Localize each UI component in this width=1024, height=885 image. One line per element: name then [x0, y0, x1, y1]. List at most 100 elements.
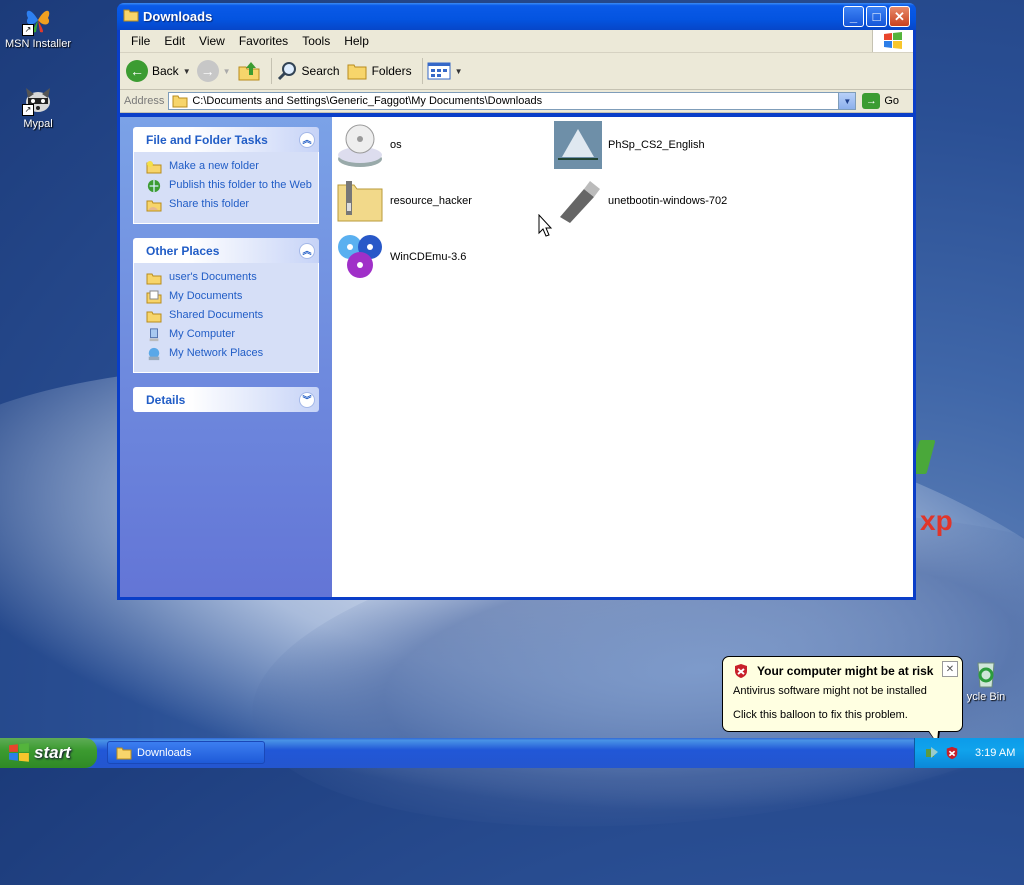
share-folder-icon — [146, 200, 162, 212]
desktop-icon-label: MSN Installer — [4, 38, 72, 50]
security-shield-icon — [735, 664, 747, 678]
menu-tools[interactable]: Tools — [295, 34, 337, 48]
address-label: Address — [124, 95, 165, 107]
forward-button[interactable]: → ▼ — [196, 60, 231, 82]
windows-flag-icon — [872, 30, 913, 52]
start-label: start — [34, 743, 71, 762]
place-label: My Network Places — [169, 347, 264, 359]
up-folder-icon — [238, 62, 260, 81]
balloon-close-button[interactable]: ✕ — [942, 661, 958, 677]
desktop-icon-msn-installer[interactable]: ↗ MSN Installer — [0, 4, 76, 50]
place-shared-documents[interactable]: Shared Documents — [146, 309, 314, 323]
minimize-button[interactable]: _ — [843, 6, 864, 27]
maximize-button[interactable]: □ — [866, 6, 887, 27]
computer-icon — [149, 328, 159, 342]
views-button[interactable]: ▼ — [427, 62, 463, 80]
place-my-documents[interactable]: My Documents — [146, 290, 314, 304]
views-dropdown-icon[interactable]: ▼ — [455, 67, 463, 76]
panel-title: File and Folder Tasks — [146, 132, 268, 147]
file-item[interactable]: WinCDEmu-3.6 — [336, 233, 466, 281]
photoshop-installer-icon — [554, 121, 602, 169]
my-documents-icon — [146, 290, 162, 304]
task-label: Publish this folder to the Web — [169, 179, 312, 191]
place-label: user's Documents — [169, 271, 257, 283]
msn-butterfly-icon: ↗ — [22, 4, 54, 36]
balloon-message: Antivirus software might not be installe… — [733, 685, 927, 697]
place-my-computer[interactable]: My Computer — [146, 328, 314, 342]
file-name: unetbootin-windows-702 — [608, 195, 728, 207]
address-dropdown-icon[interactable]: ▼ — [838, 93, 856, 109]
network-tray-icon[interactable] — [925, 746, 939, 760]
place-label: My Documents — [169, 290, 243, 302]
details-panel: Details ︾ — [133, 387, 319, 412]
search-button[interactable]: Search — [276, 60, 340, 82]
shared-folder-icon — [146, 311, 162, 323]
task-make-new-folder[interactable]: Make a new folder — [146, 160, 314, 174]
clock[interactable]: 3:19 AM — [975, 747, 1015, 759]
forward-arrow-icon: → — [196, 60, 219, 82]
menu-favorites[interactable]: Favorites — [232, 34, 295, 48]
forward-dropdown-icon[interactable]: ▼ — [223, 67, 231, 76]
other-places-panel: Other Places ︽ user's Documents My Docum… — [133, 238, 319, 373]
security-alert-balloon[interactable]: Your computer might be at risk ✕ Antivir… — [722, 656, 963, 745]
collapse-chevron-icon[interactable]: ︽ — [299, 242, 315, 259]
views-icon — [427, 62, 451, 80]
file-item[interactable]: unetbootin-windows-702 — [554, 177, 727, 225]
file-item[interactable]: os — [336, 121, 402, 169]
go-arrow-icon: → — [862, 93, 881, 109]
collapse-chevron-icon[interactable]: ︽ — [299, 131, 315, 148]
taskbar: start Downloads 3:19 AM — [0, 738, 1024, 768]
go-button[interactable]: → Go — [862, 93, 909, 109]
back-button[interactable]: ← Back ▼ — [126, 60, 191, 82]
security-shield-icon[interactable] — [945, 746, 959, 760]
start-button[interactable]: start — [0, 738, 97, 768]
folder-icon — [172, 95, 188, 108]
place-my-network-places[interactable]: My Network Places — [146, 347, 314, 361]
address-input[interactable]: C:\Documents and Settings\Generic_Faggot… — [168, 92, 857, 110]
back-dropdown-icon[interactable]: ▼ — [183, 67, 191, 76]
folders-label: Folders — [371, 64, 412, 78]
file-list: os PhSp_CS2_English resource_hacker unet… — [332, 117, 913, 597]
file-name: os — [390, 139, 402, 151]
raccoon-icon: ↗ — [22, 84, 54, 116]
place-users-documents[interactable]: user's Documents — [146, 271, 314, 285]
place-label: My Computer — [169, 328, 236, 340]
explorer-window: Downloads _ □ ✕ File Edit View Favorites… — [117, 3, 916, 600]
close-button[interactable]: ✕ — [889, 6, 910, 27]
expand-chevron-icon[interactable]: ︾ — [299, 391, 315, 408]
menu-view[interactable]: View — [192, 34, 232, 48]
disc-image-icon — [338, 124, 382, 167]
up-folder-button[interactable] — [237, 59, 261, 83]
panel-header[interactable]: File and Folder Tasks ︽ — [133, 127, 319, 152]
panel-header[interactable]: Details ︾ — [133, 387, 319, 412]
menu-edit[interactable]: Edit — [157, 34, 192, 48]
wallpaper-xp-logo: xp — [920, 505, 953, 536]
menu-file[interactable]: File — [124, 34, 157, 48]
file-item[interactable]: PhSp_CS2_English — [554, 121, 705, 169]
folders-icon — [347, 64, 367, 80]
back-label: Back — [152, 64, 179, 78]
folders-button[interactable]: Folders — [346, 61, 412, 81]
system-tray: 3:19 AM — [914, 738, 1024, 768]
task-label: Make a new folder — [169, 160, 259, 172]
recycle-bin-icon — [970, 657, 1002, 689]
folder-icon — [116, 747, 132, 759]
address-bar: Address C:\Documents and Settings\Generi… — [120, 90, 913, 113]
taskbar-item-downloads[interactable]: Downloads — [107, 741, 265, 764]
windows-flag-icon — [9, 743, 29, 762]
task-publish-web[interactable]: Publish this folder to the Web — [146, 179, 314, 193]
task-share-folder[interactable]: Share this folder — [146, 198, 314, 212]
toolbar: ← Back ▼ → ▼ Search Folders ▼ — [120, 53, 913, 90]
panel-header[interactable]: Other Places ︽ — [133, 238, 319, 263]
usb-drive-icon — [560, 181, 600, 223]
desktop-icon-mypal[interactable]: ↗ Mypal — [0, 84, 76, 130]
menu-help[interactable]: Help — [337, 34, 376, 48]
zip-folder-icon — [337, 181, 383, 222]
task-label: Share this folder — [169, 198, 250, 210]
desktop-icon-label: Mypal — [23, 118, 53, 130]
file-item[interactable]: resource_hacker — [336, 177, 472, 225]
taskbar-item-label: Downloads — [137, 746, 192, 759]
title-bar[interactable]: Downloads _ □ ✕ — [117, 3, 916, 30]
place-label: Shared Documents — [169, 309, 264, 321]
back-arrow-icon: ← — [126, 60, 148, 82]
